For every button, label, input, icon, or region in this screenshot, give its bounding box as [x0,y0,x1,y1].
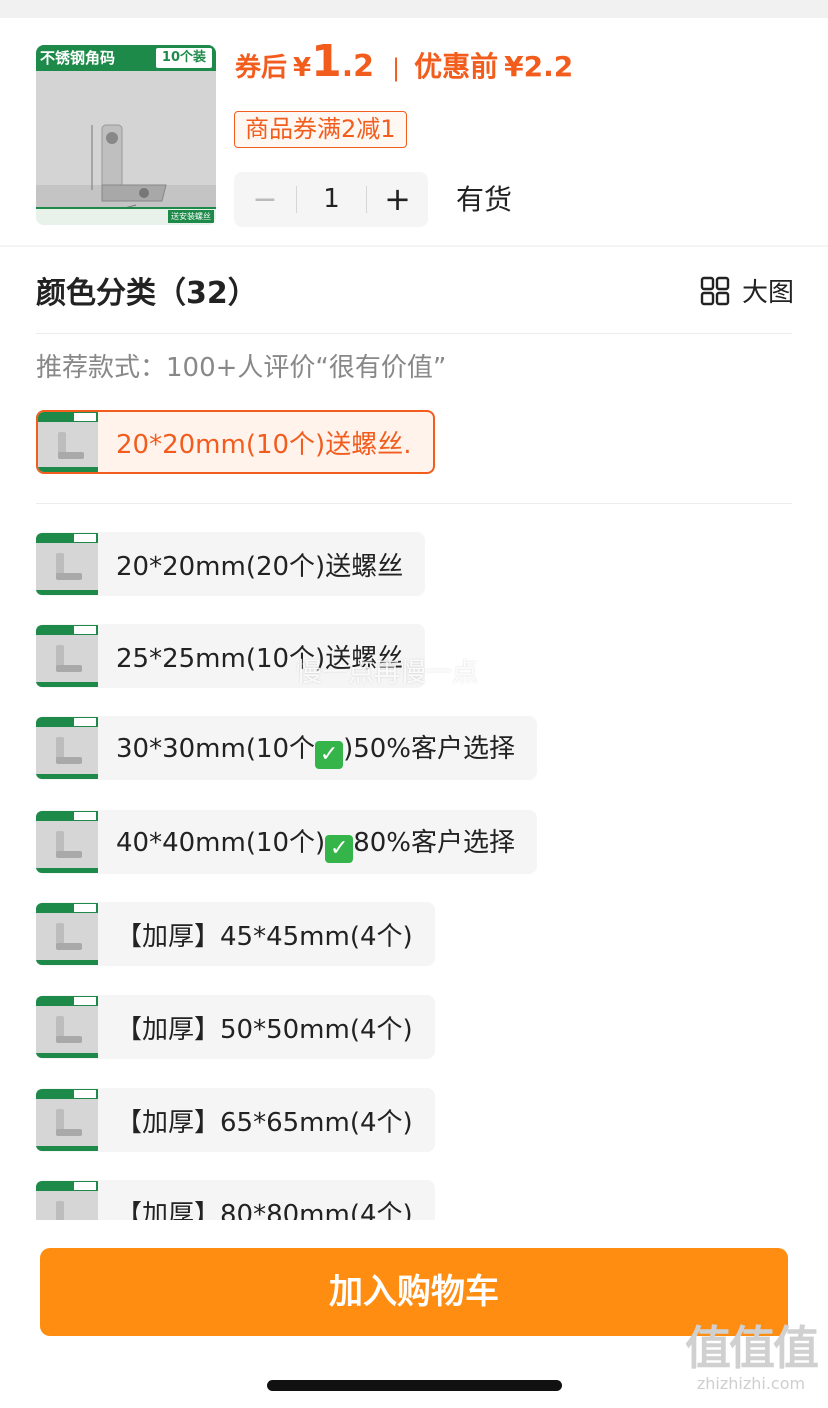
original-price-currency: ¥ [504,50,524,83]
category-title: 颜色分类（32） [36,276,258,311]
check-icon: ✓ [315,740,344,769]
check-icon: ✓ [325,834,354,863]
option-selected[interactable]: 20*20mm(10个)送螺丝. [36,410,436,474]
divider [36,333,792,334]
option-thumbnail [36,625,98,687]
recommend-text: 推荐款式：100+人评价“很有价值” [36,353,447,383]
decrease-quantity-button[interactable]: − [234,172,296,227]
site-watermark-url: zhizhizhi.com [696,1374,806,1393]
option-thumbnail [36,1089,98,1151]
option-label: 【加厚】65*65mm(4个) [116,1107,413,1138]
price-row: 券后 ¥ 1 .2 | 优惠前 ¥ 2.2 [235,36,573,96]
thumbnail-footer-tag: 送安装螺丝 [168,210,214,223]
option-label-part: )50%客户选择 [343,733,515,764]
original-price-label: 优惠前 [414,50,499,83]
site-watermark-logo: 值值值 [685,1321,819,1375]
big-view-label: 大图 [741,278,794,308]
option-thumbnail [38,412,98,472]
option-thumbnail [36,811,98,873]
home-indicator[interactable] [267,1380,562,1391]
product-thumbnail[interactable]: 不锈钢角码 10个装 送安装螺丝 [36,45,216,225]
option-thumbnail [36,996,98,1058]
option-label: 30*30mm(10个 ✓)50%客户选择 [116,728,537,769]
original-price-value: 2.2 [523,50,574,83]
option-item[interactable]: 【加厚】45*45mm(4个) [36,902,435,966]
option-label: 20*20mm(20个)送螺丝 [116,551,404,582]
option-item[interactable]: 20*20mm(20个)送螺丝 [36,532,426,596]
coupon-price-label: 券后 [235,53,288,83]
quantity-stepper: − 1 + [234,172,428,227]
option-label: 20*20mm(10个)送螺丝. [116,429,412,460]
option-label-part: 80%客户选择 [353,827,515,858]
option-label: 25*25mm(10个)送螺丝 [116,643,404,674]
price-separator: | [392,54,401,82]
option-thumbnail [36,717,98,779]
option-thumbnail [36,903,98,965]
option-label: 40*40mm(10个) ✓ 80%客户选择 [116,822,537,863]
option-item[interactable]: 30*30mm(10个 ✓)50%客户选择 [36,716,537,780]
option-item[interactable]: 【加厚】50*50mm(4个) [36,995,435,1059]
top-bar [0,0,828,18]
option-label-part: 30*30mm(10个 [116,733,316,764]
stock-status: 有货 [456,183,513,216]
option-thumbnail [36,533,98,595]
option-item[interactable]: 40*40mm(10个) ✓ 80%客户选择 [36,810,537,874]
coupon-price-currency: ¥ [293,53,312,83]
coupon-price-integer: 1 [311,36,342,87]
option-item[interactable]: 【加厚】65*65mm(4个) [36,1088,435,1152]
option-label: 【加厚】45*45mm(4个) [116,921,413,952]
coupon-badge[interactable]: 商品券满2减1 [234,111,407,148]
quantity-value[interactable]: 1 [297,172,366,227]
option-label: 【加厚】50*50mm(4个) [116,1014,413,1045]
option-label-part: 40*40mm(10个) [116,827,326,858]
option-item[interactable]: 25*25mm(10个)送螺丝 [36,624,426,688]
grid-view-icon [700,276,730,306]
section-separator [0,245,828,247]
site-watermark: 值值值 zhizhizhi.com [676,1322,826,1393]
increase-quantity-button[interactable]: + [367,172,428,227]
divider [36,503,792,504]
coupon-price-decimal: .2 [341,49,375,84]
bracket-illustration [36,71,216,214]
big-view-toggle[interactable]: 大图 [700,272,794,309]
